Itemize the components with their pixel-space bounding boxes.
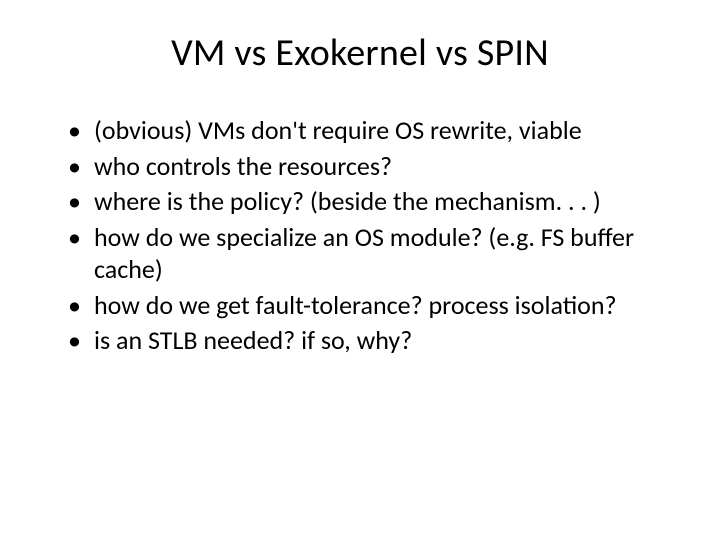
list-item: (obvious) VMs don't require OS rewrite, … — [68, 114, 680, 147]
slide-title: VM vs Exokernel vs SPIN — [40, 30, 680, 76]
bullet-list: (obvious) VMs don't require OS rewrite, … — [40, 114, 680, 357]
list-item: is an STLB needed? if so, why? — [68, 324, 680, 357]
list-item: where is the policy? (beside the mechani… — [68, 185, 680, 218]
list-item: how do we specialize an OS module? (e.g.… — [68, 221, 680, 286]
list-item: who controls the resources? — [68, 150, 680, 183]
slide-container: VM vs Exokernel vs SPIN (obvious) VMs do… — [0, 0, 720, 540]
list-item: how do we get fault-tolerance? process i… — [68, 289, 680, 322]
